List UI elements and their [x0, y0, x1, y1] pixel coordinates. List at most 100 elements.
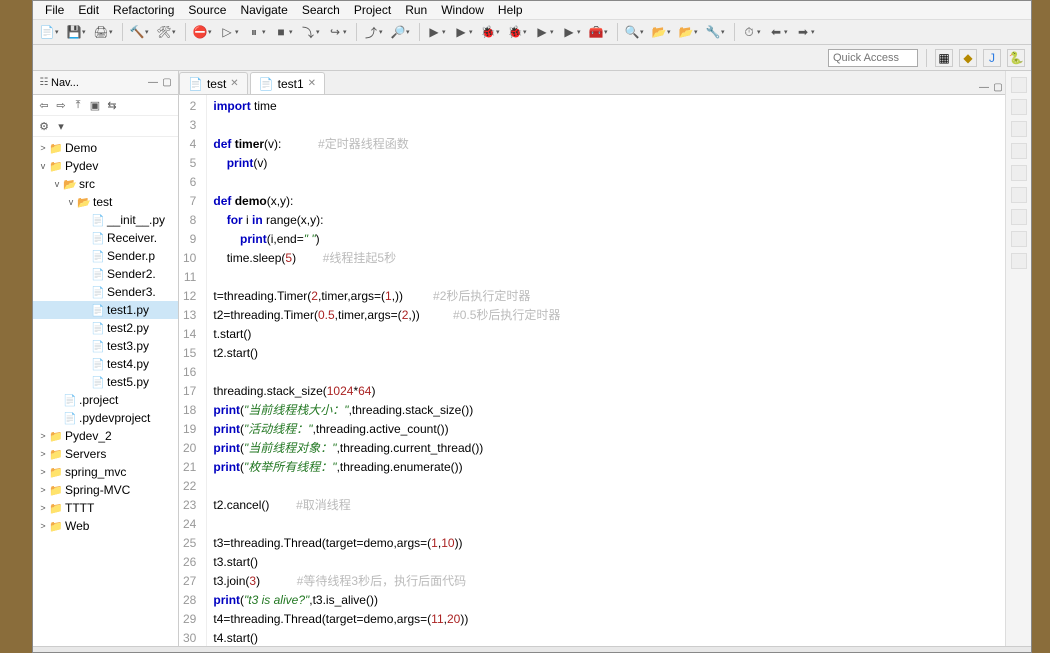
minimize-icon[interactable]: — — [146, 76, 160, 90]
dropdown-icon[interactable]: ▾ — [109, 24, 116, 40]
tree-item[interactable]: 📄Receiver. — [33, 229, 178, 247]
menu-run[interactable]: Run — [405, 3, 427, 17]
dropdown-icon[interactable]: ▾ — [640, 24, 647, 40]
dropdown-icon[interactable]: ▾ — [289, 24, 296, 40]
editor-maximize-icon[interactable]: ▢ — [991, 80, 1005, 94]
code-line[interactable] — [213, 268, 999, 287]
slot-icon[interactable] — [1011, 121, 1027, 137]
dropdown-icon[interactable]: ▾ — [577, 24, 584, 40]
menu-file[interactable]: File — [45, 3, 64, 17]
toolbar-icon[interactable]: 💾 — [66, 24, 82, 40]
menu-refactoring[interactable]: Refactoring — [113, 3, 174, 17]
toolbar-icon[interactable]: ➡ — [795, 24, 811, 40]
menu-project[interactable]: Project — [354, 3, 391, 17]
editor-body[interactable]: 2345678910111213141516171819202122232425… — [179, 95, 1005, 646]
tree-item[interactable]: v📂test — [33, 193, 178, 211]
slot-icon[interactable] — [1011, 143, 1027, 159]
twisty-icon[interactable]: > — [37, 485, 49, 495]
twisty-icon[interactable]: > — [37, 521, 49, 531]
twisty-icon[interactable]: v — [37, 161, 49, 171]
toolbar-icon[interactable]: 🖨 — [93, 24, 109, 40]
dropdown-icon[interactable]: ▾ — [82, 24, 89, 40]
menu-source[interactable]: Source — [188, 3, 226, 17]
code-line[interactable]: print("活动线程：",threading.active_count()) — [213, 420, 999, 439]
slot-icon[interactable] — [1011, 209, 1027, 225]
code-line[interactable]: print("当前线程栈大小：",threading.stack_size()) — [213, 401, 999, 420]
dropdown-icon[interactable]: ▾ — [208, 24, 215, 40]
maximize-icon[interactable]: ▢ — [160, 76, 174, 90]
code-line[interactable] — [213, 477, 999, 496]
toolbar-icon[interactable]: 🛠 — [156, 24, 172, 40]
code-line[interactable]: def timer(v): #定时器线程函数 — [213, 135, 999, 154]
link-icon[interactable]: ⇆ — [105, 98, 119, 112]
outline-slot-icon[interactable] — [1011, 77, 1027, 93]
code-line[interactable]: for i in range(x,y): — [213, 211, 999, 230]
toolbar-icon[interactable]: 🔎 — [390, 24, 406, 40]
tree-item[interactable]: v📁Pydev — [33, 157, 178, 175]
toolbar-icon[interactable]: ▶ — [426, 24, 442, 40]
menu-window[interactable]: Window — [441, 3, 484, 17]
tree-item[interactable]: >📁Pydev_2 — [33, 427, 178, 445]
slot-icon[interactable] — [1011, 253, 1027, 269]
code-line[interactable]: print(i,end=" ") — [213, 230, 999, 249]
code-line[interactable]: t=threading.Timer(2,timer,args=(1,)) #2秒… — [213, 287, 999, 306]
menu-icon[interactable]: ▾ — [54, 119, 68, 133]
tree-item[interactable]: v📂src — [33, 175, 178, 193]
tree-item[interactable]: >📁Demo — [33, 139, 178, 157]
dropdown-icon[interactable]: ▾ — [55, 24, 62, 40]
project-tree[interactable]: >📁Demov📁Pydevv📂srcv📂test📄__init__.py📄Rec… — [33, 137, 178, 646]
dropdown-icon[interactable]: ▾ — [496, 24, 503, 40]
tree-item[interactable]: 📄Sender.p — [33, 247, 178, 265]
toolbar-icon[interactable]: ▶ — [453, 24, 469, 40]
tree-item[interactable]: 📄test2.py — [33, 319, 178, 337]
toolbar-icon[interactable]: ■ — [273, 24, 289, 40]
code-line[interactable]: t.start() — [213, 325, 999, 344]
toolbar-icon[interactable]: ↪ — [327, 24, 343, 40]
twisty-icon[interactable]: > — [37, 449, 49, 459]
close-icon[interactable]: ✕ — [230, 78, 238, 89]
quick-access-input[interactable] — [828, 49, 918, 67]
code-line[interactable]: t2.cancel() #取消线程 — [213, 496, 999, 515]
dropdown-icon[interactable]: ▾ — [694, 24, 701, 40]
code-line[interactable]: print("t3 is alive?",t3.is_alive()) — [213, 591, 999, 610]
dropdown-icon[interactable]: ▾ — [172, 24, 179, 40]
code-line[interactable]: t4=threading.Thread(target=demo,args=(11… — [213, 610, 999, 629]
toolbar-icon[interactable]: ⤵ — [300, 24, 316, 40]
code-line[interactable]: t4.start() — [213, 629, 999, 646]
toolbar-icon[interactable]: 🐞 — [480, 24, 496, 40]
toolbar-icon[interactable]: ▷ — [219, 24, 235, 40]
menu-navigate[interactable]: Navigate — [240, 3, 287, 17]
code-line[interactable] — [213, 116, 999, 135]
tree-item[interactable]: 📄Sender2. — [33, 265, 178, 283]
toolbar-icon[interactable]: 🧰 — [588, 24, 604, 40]
twisty-icon[interactable]: v — [51, 179, 63, 189]
dropdown-icon[interactable]: ▾ — [550, 24, 557, 40]
toolbar-icon[interactable]: 🔨 — [129, 24, 145, 40]
tree-item[interactable]: 📄test5.py — [33, 373, 178, 391]
slot-icon[interactable] — [1011, 99, 1027, 115]
tree-item[interactable]: >📁spring_mvc — [33, 463, 178, 481]
code-line[interactable] — [213, 363, 999, 382]
toolbar-icon[interactable]: ⏸ — [246, 24, 262, 40]
code-line[interactable]: print("当前线程对象：",threading.current_thread… — [213, 439, 999, 458]
pydev-perspective-icon[interactable]: ◆ — [959, 49, 977, 67]
menu-help[interactable]: Help — [498, 3, 523, 17]
tree-item[interactable]: >📁TTTT — [33, 499, 178, 517]
code-line[interactable]: t3.join(3) #等待线程3秒后，执行后面代码 — [213, 572, 999, 591]
toolbar-icon[interactable]: ▶ — [561, 24, 577, 40]
toolbar-icon[interactable]: 🔍 — [624, 24, 640, 40]
twisty-icon[interactable]: > — [37, 467, 49, 477]
code-line[interactable]: print("枚举所有线程：",threading.enumerate()) — [213, 458, 999, 477]
code-line[interactable]: print(v) — [213, 154, 999, 173]
tree-item[interactable]: 📄test3.py — [33, 337, 178, 355]
toolbar-icon[interactable]: 🔧 — [705, 24, 721, 40]
tree-item[interactable]: 📄test4.py — [33, 355, 178, 373]
tree-item[interactable]: >📁Web — [33, 517, 178, 535]
dropdown-icon[interactable]: ▾ — [316, 24, 323, 40]
slot-icon[interactable] — [1011, 165, 1027, 181]
code-line[interactable]: t2.start() — [213, 344, 999, 363]
slot-icon[interactable] — [1011, 231, 1027, 247]
python-perspective-icon[interactable]: 🐍 — [1007, 49, 1025, 67]
java-perspective-icon[interactable]: J — [983, 49, 1001, 67]
dropdown-icon[interactable]: ▾ — [343, 24, 350, 40]
